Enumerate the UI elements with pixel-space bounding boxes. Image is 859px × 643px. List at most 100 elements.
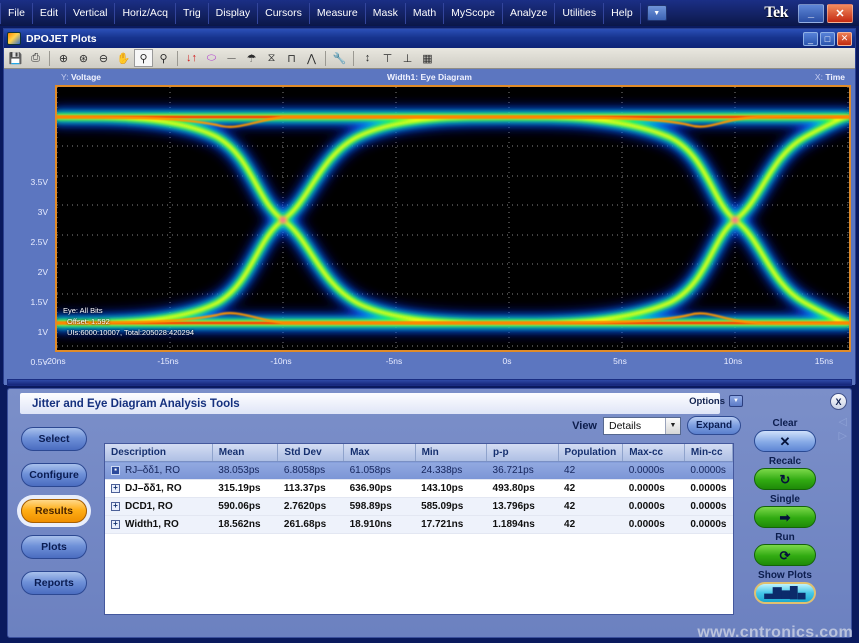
chevron-down-icon[interactable]: ▼	[729, 395, 743, 407]
nav-button-select[interactable]: Select	[21, 427, 87, 451]
cell-min: 143.10ps	[415, 480, 486, 498]
expander-icon[interactable]: +	[111, 502, 120, 511]
view-dropdown[interactable]: Details ▼	[603, 417, 681, 435]
triangle-left-icon[interactable]: ◁	[839, 417, 847, 427]
show-plots-button[interactable]: ▃▇▅█▄	[754, 582, 816, 604]
save-icon[interactable]: 💾	[6, 49, 25, 67]
nav-button-configure[interactable]: Configure	[21, 463, 87, 487]
nav-button-reports[interactable]: Reports	[21, 571, 87, 595]
column-header-description[interactable]: Description	[105, 444, 212, 462]
results-table-container[interactable]: Description Mean Std Dev Max Min p-p Pop…	[104, 443, 734, 615]
expander-icon[interactable]: +	[111, 520, 120, 529]
menu-item-myscope[interactable]: MyScope	[444, 3, 503, 24]
eye-contour-icon[interactable]: ⬭	[202, 49, 221, 67]
plots-minimize-button[interactable]: _	[803, 32, 818, 46]
plots-window-bottom-edge[interactable]	[7, 379, 852, 386]
options-label: Options	[689, 396, 725, 407]
zoom-box-icon[interactable]: ⊛	[74, 49, 93, 67]
run-button[interactable]: ⟳	[754, 544, 816, 566]
x-tick-neg10ns: -10ns	[251, 356, 311, 366]
eye-mask-icon[interactable]: ⊓	[282, 49, 301, 67]
bathtub-icon[interactable]: ⧖	[262, 49, 281, 67]
menu-item-file[interactable]: File	[0, 3, 33, 24]
zoom-in-icon[interactable]: ⊕	[54, 49, 73, 67]
menu-item-math[interactable]: Math	[406, 3, 444, 24]
clear-label: Clear	[772, 418, 797, 429]
menu-item-analyze[interactable]: Analyze	[503, 3, 555, 24]
align-top-icon[interactable]: ⊤	[378, 49, 397, 67]
table-row[interactable]: +Width1, RO 18.562ns 261.68ps 18.910ns 1…	[105, 516, 733, 534]
y-tick-1p5v: 1.5V	[4, 297, 48, 307]
table-header-row: Description Mean Std Dev Max Min p-p Pop…	[105, 444, 733, 462]
spectrum-icon[interactable]: ☂	[242, 49, 261, 67]
chevron-down-icon[interactable]: ▼	[647, 5, 667, 21]
nav-button-results[interactable]: Results	[21, 499, 87, 523]
cell-max: 18.910ns	[344, 516, 415, 534]
column-header-mean[interactable]: Mean	[212, 444, 278, 462]
menu-item-cursors[interactable]: Cursors	[258, 3, 310, 24]
menu-item-utilities[interactable]: Utilities	[555, 3, 604, 24]
cell-min: 17.721ns	[415, 516, 486, 534]
menu-item-help[interactable]: Help	[604, 3, 641, 24]
zoom-reset-icon[interactable]: ⚲	[154, 49, 173, 67]
close-icon[interactable]: X	[830, 393, 847, 410]
plots-close-button[interactable]: ✕	[837, 32, 852, 46]
menu-item-horiz-acq[interactable]: Horiz/Acq	[115, 3, 176, 24]
expander-icon[interactable]: ▪	[111, 466, 120, 475]
zoom-region-icon[interactable]: ⚲	[134, 49, 153, 67]
menu-item-mask[interactable]: Mask	[366, 3, 406, 24]
y-tick-3p5v: 3.5V	[4, 177, 48, 187]
analysis-panel-header: Jitter and Eye Diagram Analysis Tools Op…	[8, 389, 851, 417]
jitter-analysis-panel: Jitter and Eye Diagram Analysis Tools Op…	[7, 388, 852, 638]
align-bottom-icon[interactable]: ⊥	[398, 49, 417, 67]
column-header-std-dev[interactable]: Std Dev	[278, 444, 344, 462]
table-row[interactable]: ▪RJ–δδ1, RO 38.053ps 6.8058ps 61.058ps 2…	[105, 462, 733, 480]
recalc-button[interactable]: ↻	[754, 468, 816, 490]
tile-icon[interactable]: ▦	[418, 49, 437, 67]
table-row[interactable]: +DJ–δδ1, RO 315.19ps 113.37ps 636.90ps 1…	[105, 480, 733, 498]
cell-population: 42	[558, 516, 623, 534]
chevron-down-icon[interactable]: ▼	[665, 418, 680, 434]
eye-diagram-canvas[interactable]: Eye: All Bits Offset: 1.592 UIs:6000:100…	[55, 85, 851, 352]
cell-description[interactable]: +DJ–δδ1, RO	[105, 480, 212, 498]
column-header-min-cc[interactable]: Min-cc	[684, 444, 732, 462]
cell-description[interactable]: +Width1, RO	[105, 516, 212, 534]
print-icon[interactable]: ⎙	[26, 49, 45, 67]
plots-maximize-button[interactable]: □	[820, 32, 835, 46]
zoom-out-icon[interactable]: ⊖	[94, 49, 113, 67]
table-row[interactable]: +DCD1, RO 590.06ps 2.7620ps 598.89ps 585…	[105, 498, 733, 516]
cell-min: 585.09ps	[415, 498, 486, 516]
column-header-min[interactable]: Min	[415, 444, 486, 462]
column-header-pp[interactable]: p-p	[487, 444, 558, 462]
menu-item-measure[interactable]: Measure	[310, 3, 366, 24]
menu-item-trig[interactable]: Trig	[176, 3, 209, 24]
cell-description[interactable]: +DCD1, RO	[105, 498, 212, 516]
menu-item-vertical[interactable]: Vertical	[66, 3, 115, 24]
scope-minimize-button[interactable]: _	[798, 4, 824, 23]
expander-icon[interactable]: +	[111, 484, 120, 493]
menu-item-display[interactable]: Display	[209, 3, 258, 24]
column-header-population[interactable]: Population	[558, 444, 623, 462]
options-menu[interactable]: Options ▼	[689, 395, 743, 407]
column-header-max-cc[interactable]: Max-cc	[623, 444, 685, 462]
plots-window-title: DPOJET Plots	[26, 33, 97, 45]
stack-vertical-icon[interactable]: ↕	[358, 49, 377, 67]
column-header-max[interactable]: Max	[344, 444, 415, 462]
triangle-right-icon[interactable]: ▷	[839, 431, 847, 441]
settings-wrench-icon[interactable]: 🔧	[330, 49, 349, 67]
cell-pp: 493.80ps	[487, 480, 558, 498]
cell-population: 42	[558, 480, 623, 498]
pan-hand-icon[interactable]: ✋	[114, 49, 133, 67]
single-button[interactable]: ➡	[754, 506, 816, 528]
histogram-icon[interactable]: ⏤	[222, 49, 241, 67]
menu-item-edit[interactable]: Edit	[33, 3, 66, 24]
clear-button[interactable]: ✕	[754, 430, 816, 452]
scope-close-button[interactable]: ✕	[827, 4, 853, 23]
time-trend-icon[interactable]: ⋀	[302, 49, 321, 67]
plots-window-titlebar[interactable]: DPOJET Plots _ □ ✕	[4, 29, 855, 48]
nav-button-plots[interactable]: Plots	[21, 535, 87, 559]
expand-button[interactable]: Expand	[687, 416, 741, 435]
cell-description[interactable]: ▪RJ–δδ1, RO	[105, 462, 212, 480]
jitter-arrows-icon[interactable]: ↓↑	[182, 49, 201, 67]
recalc-label: Recalc	[769, 456, 801, 467]
